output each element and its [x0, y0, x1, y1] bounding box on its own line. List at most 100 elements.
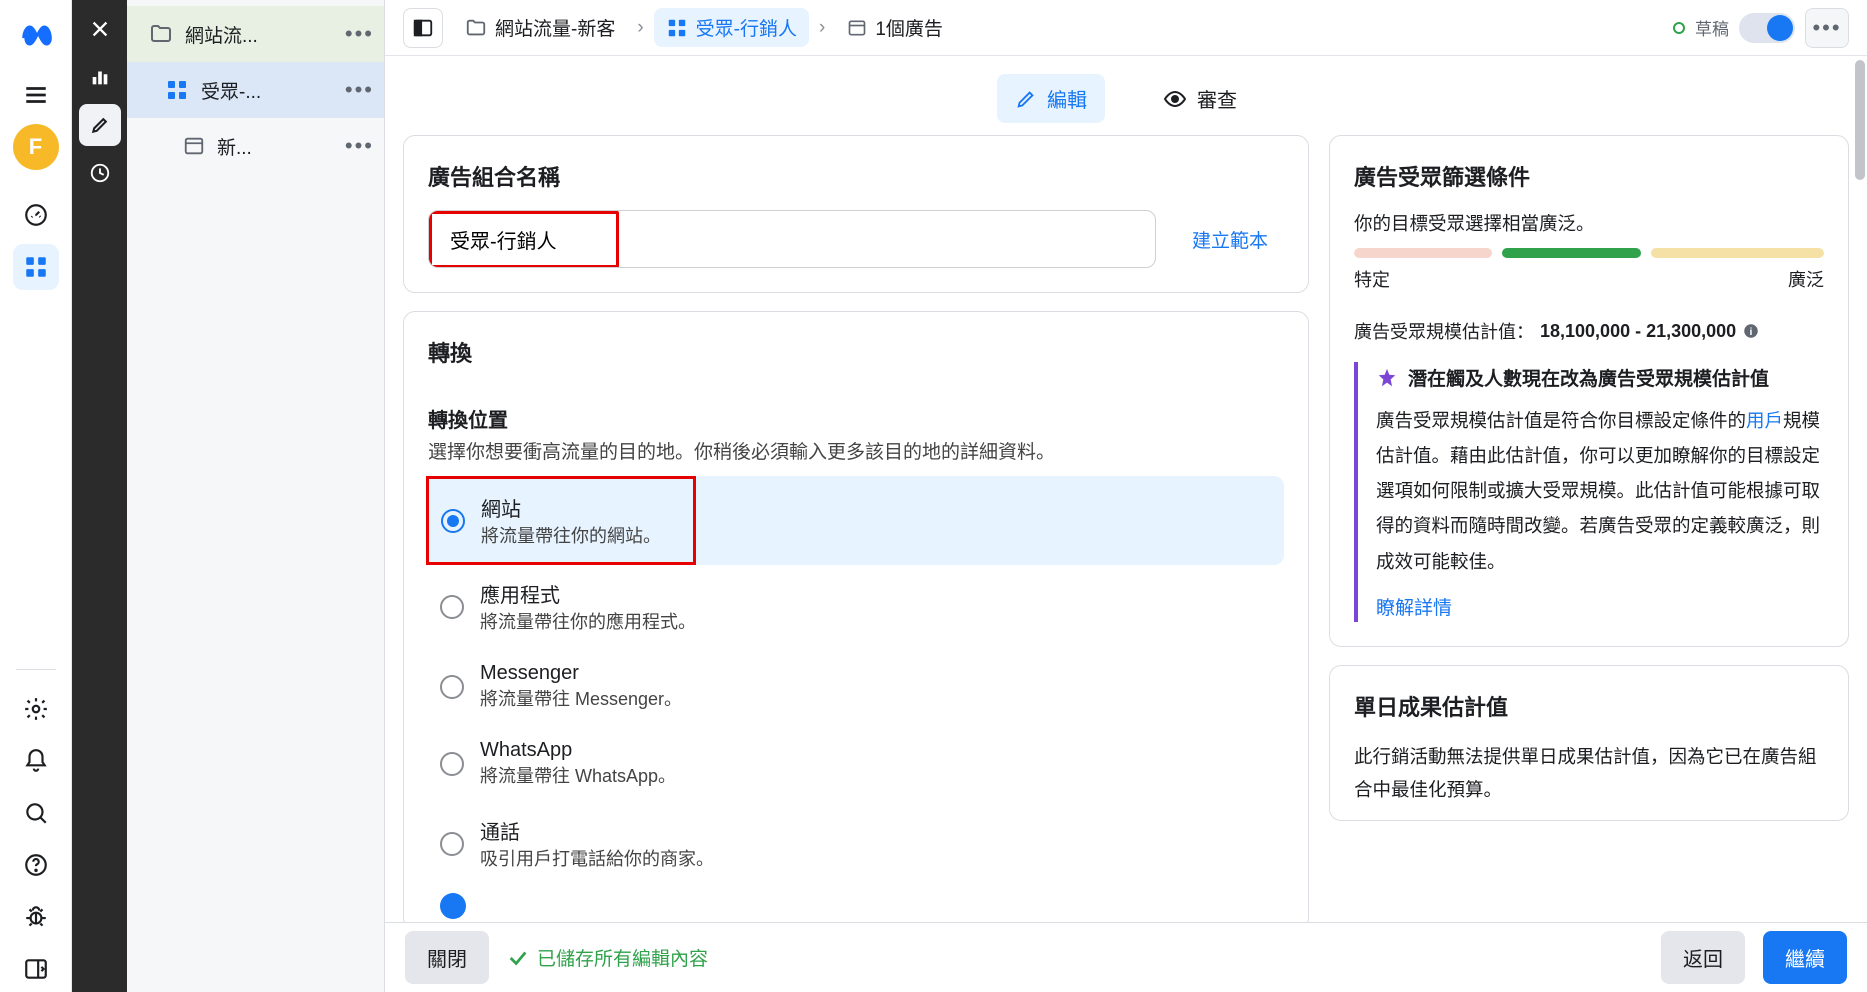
scale-label-left: 特定 [1354, 266, 1390, 292]
status-label: 草稿 [1695, 15, 1729, 40]
radio-icon [441, 509, 465, 533]
search-icon[interactable] [13, 790, 59, 836]
option-desc: 將流量帶往你的網站。 [481, 522, 661, 548]
conversion-option-whatsapp[interactable]: WhatsApp 將流量帶往 WhatsApp。 [428, 725, 1284, 802]
ad-icon [183, 135, 205, 157]
notifications-icon[interactable] [13, 738, 59, 784]
tab-edit[interactable]: 編輯 [997, 74, 1105, 123]
option-desc: 將流量帶往你的應用程式。 [480, 608, 696, 634]
breadcrumb-ad[interactable]: 1個廣告 [835, 8, 955, 47]
tab-review[interactable]: 審查 [1145, 74, 1255, 123]
conversion-option-website[interactable]: 網站 將流量帶往你的網站。 [426, 476, 696, 565]
callout-body: 廣告受眾規模估計值是符合你目標設定條件的用戶規模估計值。藉由此估計值，你可以更加… [1376, 403, 1824, 579]
edit-tool-icon[interactable] [79, 104, 121, 146]
audience-scale-bar [1354, 248, 1824, 258]
meta-logo[interactable] [14, 14, 58, 58]
folder-icon [149, 22, 173, 46]
close-button[interactable]: 關閉 [405, 931, 489, 984]
help-icon[interactable] [13, 842, 59, 888]
learn-more-link[interactable]: 瞭解詳情 [1376, 593, 1452, 620]
tree-adset-row[interactable]: 受眾-... ••• [127, 62, 384, 118]
account-avatar[interactable]: F [13, 124, 59, 170]
back-button[interactable]: 返回 [1661, 931, 1745, 984]
card-title: 廣告組合名稱 [428, 160, 1284, 192]
close-editor-icon[interactable] [79, 8, 121, 50]
section-desc: 選擇你想要衝高流量的目的地。你稍後必須輸入更多該目的地的詳細資料。 [428, 437, 1284, 464]
conversion-card: 轉換 轉換位置 選擇你想要衝高流量的目的地。你稍後必須輸入更多該目的地的詳細資料… [403, 311, 1309, 922]
adset-name-input[interactable] [434, 216, 614, 263]
saved-indicator: 已儲存所有編輯內容 [507, 944, 708, 971]
breadcrumb-label: 網站流量-新客 [495, 14, 615, 41]
edit-review-tabs: 編輯 審查 [385, 56, 1867, 135]
panel-toggle-button[interactable] [403, 8, 443, 48]
dashboard-icon[interactable] [13, 192, 59, 238]
structure-tree: 網站流... ••• 受眾-... ••• 新... ••• [127, 0, 385, 992]
conversion-option-call[interactable]: 通話 吸引用戶打電話給你的商家。 [428, 802, 1284, 885]
breadcrumb-campaign[interactable]: 網站流量-新客 [453, 8, 627, 47]
tree-item-more-icon[interactable]: ••• [345, 21, 374, 47]
scrollbar-thumb[interactable] [1855, 60, 1865, 180]
audience-definition-card: 廣告受眾篩選條件 你的目標受眾選擇相當廣泛。 特定 廣泛 廣告受眾規模估計值： … [1329, 135, 1849, 647]
option-desc: 將流量帶往 WhatsApp。 [480, 762, 676, 788]
daily-estimate-body: 此行銷活動無法提供單日成果估計值，因為它已在廣告組合中最佳化預算。 [1354, 740, 1824, 807]
callout-title: 潛在觸及人數現在改為廣告受眾規模估計值 [1408, 364, 1769, 391]
tree-item-more-icon[interactable]: ••• [345, 133, 374, 159]
menu-icon[interactable] [13, 72, 59, 118]
status-dot-icon [1673, 22, 1685, 34]
conversion-option-messenger[interactable]: Messenger 將流量帶往 Messenger。 [428, 648, 1284, 725]
global-nav-rail: F [0, 0, 72, 992]
chevron-right-icon: › [819, 17, 825, 39]
conversion-location-group: 網站 將流量帶往你的網站。 應用程式 將流量帶往你的應用程式。 [428, 476, 1284, 919]
audience-subtitle: 你的目標受眾選擇相當廣泛。 [1354, 210, 1824, 236]
saved-label: 已儲存所有編輯內容 [537, 944, 708, 971]
history-tool-icon[interactable] [79, 152, 121, 194]
tree-item-label: 網站流... [185, 21, 333, 48]
breadcrumb-label: 1個廣告 [875, 14, 943, 41]
card-title: 廣告受眾篩選條件 [1354, 160, 1824, 192]
radio-icon [440, 675, 464, 699]
tree-item-more-icon[interactable]: ••• [345, 77, 374, 103]
bug-icon[interactable] [13, 894, 59, 940]
daily-estimate-card: 單日成果估計值 此行銷活動無法提供單日成果估計值，因為它已在廣告組合中最佳化預算… [1329, 665, 1849, 822]
option-title: 應用程式 [480, 579, 696, 608]
adset-icon [165, 78, 189, 102]
radio-row-selected-bg: 網站 將流量帶往你的網站。 [428, 476, 1284, 565]
settings-icon[interactable] [13, 686, 59, 732]
charts-tool-icon[interactable] [79, 56, 121, 98]
option-desc: 吸引用戶打電話給你的商家。 [480, 845, 714, 871]
est-label: 廣告受眾規模估計值： [1354, 318, 1534, 344]
ads-manager-icon[interactable] [13, 244, 59, 290]
card-title: 單日成果估計值 [1354, 690, 1824, 722]
tree-campaign-row[interactable]: 網站流... ••• [127, 6, 384, 62]
radio-icon [440, 595, 464, 619]
adset-name-card: 廣告組合名稱 建立範本 [403, 135, 1309, 293]
footer-bar: 關閉 已儲存所有編輯內容 返回 繼續 [385, 922, 1867, 992]
conversion-option-app[interactable]: 應用程式 將流量帶往你的應用程式。 [428, 565, 1284, 648]
tree-item-label: 新... [217, 133, 333, 160]
tab-label: 審查 [1197, 84, 1237, 113]
callout-user-link[interactable]: 用戶 [1746, 410, 1783, 431]
breadcrumb-label: 受眾-行銷人 [696, 14, 797, 41]
tab-label: 編輯 [1047, 84, 1087, 113]
partial-toggle-knob[interactable] [440, 893, 466, 919]
breadcrumb-adset[interactable]: 受眾-行銷人 [654, 8, 809, 47]
continue-button[interactable]: 繼續 [1763, 931, 1847, 984]
adset-name-field-wrapper [428, 210, 1156, 268]
option-title: 通話 [480, 816, 714, 845]
create-template-link[interactable]: 建立範本 [1176, 226, 1284, 253]
tree-item-label: 受眾-... [201, 77, 333, 104]
info-icon[interactable]: i [1742, 322, 1760, 340]
audience-callout: 潛在觸及人數現在改為廣告受眾規模估計值 廣告受眾規模估計值是符合你目標設定條件的… [1354, 362, 1824, 622]
main-content: 網站流量-新客 › 受眾-行銷人 › 1個廣告 草稿 ••• [385, 0, 1867, 992]
more-actions-button[interactable]: ••• [1805, 8, 1849, 48]
panel-collapse-icon[interactable] [13, 946, 59, 992]
option-title: WhatsApp [480, 739, 676, 762]
edit-tool-rail [72, 0, 127, 992]
star-icon [1376, 367, 1398, 389]
status-toggle[interactable] [1739, 13, 1795, 43]
audience-estimate: 廣告受眾規模估計值： 18,100,000 - 21,300,000 i [1354, 318, 1824, 344]
option-desc: 將流量帶往 Messenger。 [480, 685, 682, 711]
chevron-right-icon: › [637, 17, 643, 39]
tree-ad-row[interactable]: 新... ••• [127, 118, 384, 174]
est-value: 18,100,000 - 21,300,000 [1540, 321, 1736, 342]
